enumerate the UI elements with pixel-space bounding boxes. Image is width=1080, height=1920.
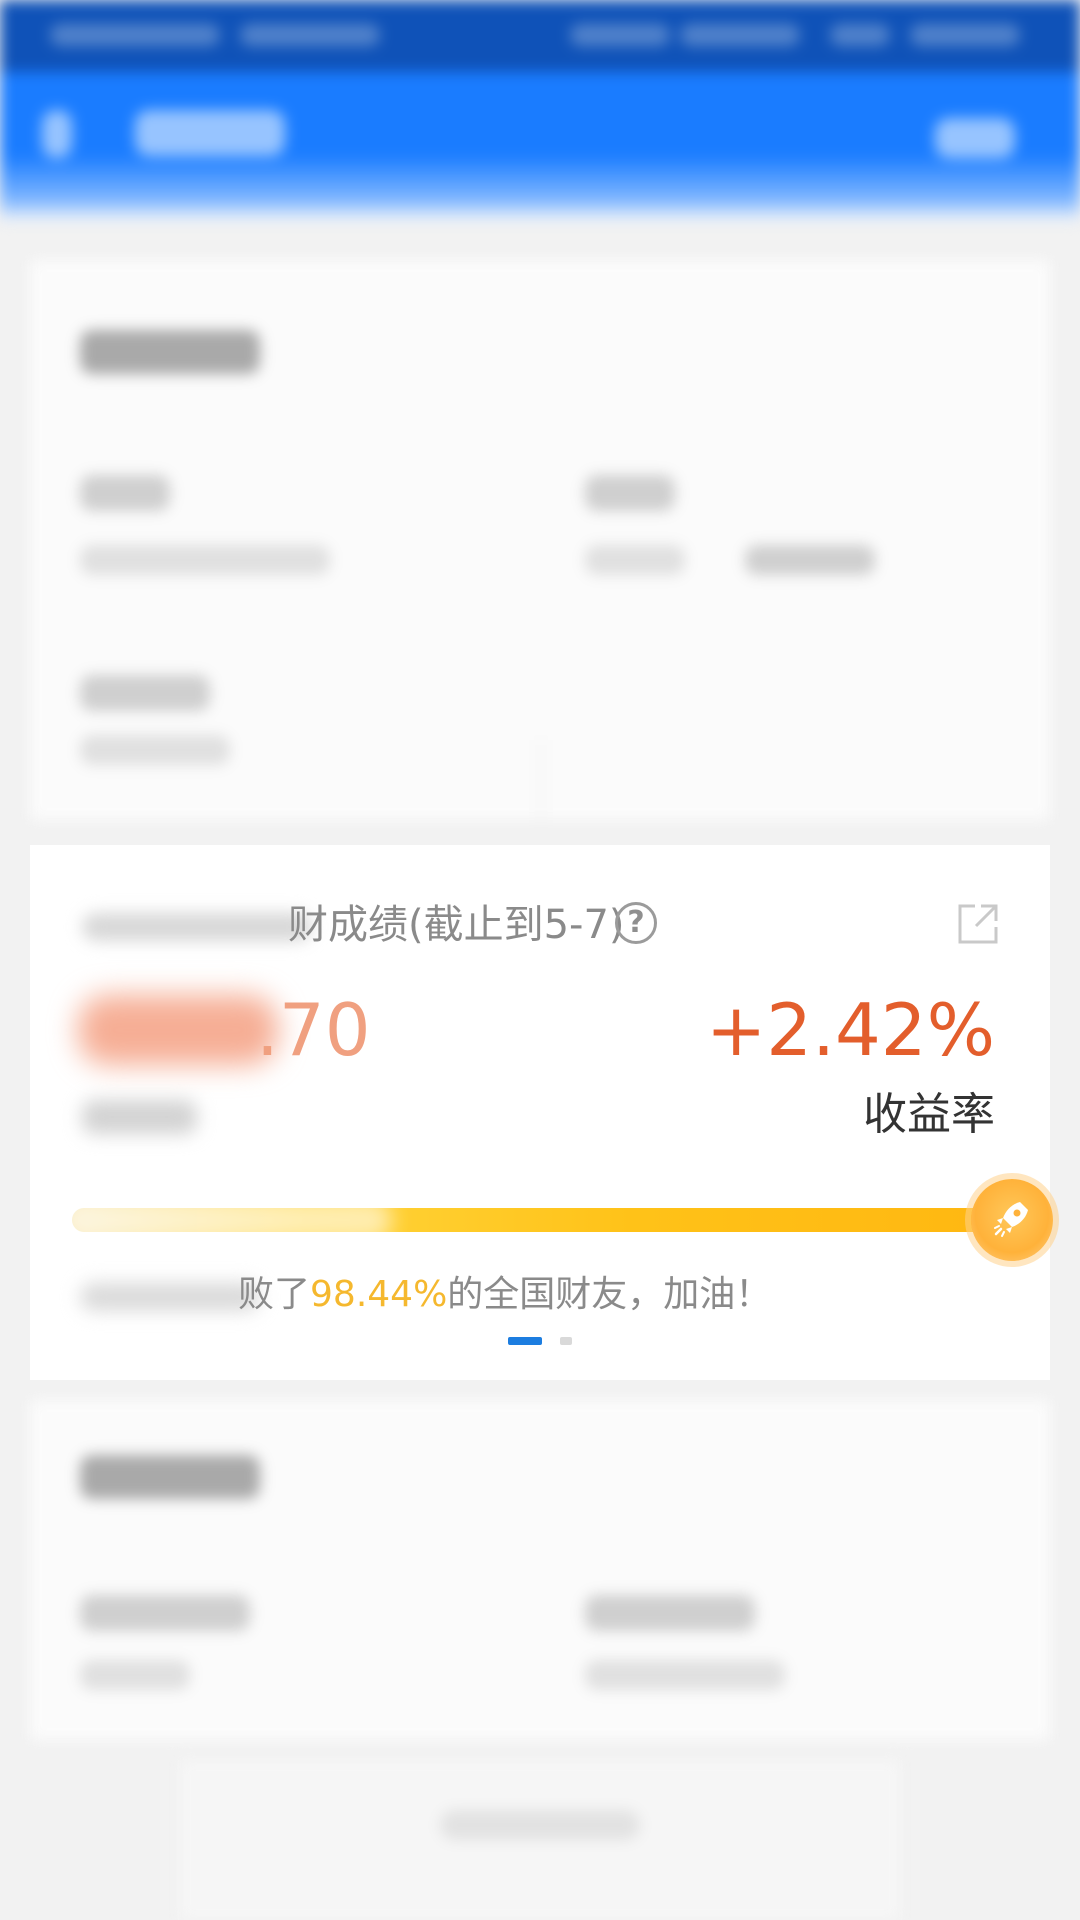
ranking-suffix: 的全国财友，加油！ xyxy=(447,1274,772,1315)
return-rate-label: 收益率 xyxy=(863,1089,995,1140)
title-obscured-prefix xyxy=(82,913,312,941)
ranking-progress-fill xyxy=(72,1208,1012,1232)
page-dot[interactable] xyxy=(560,1337,572,1345)
ranking-message: 败了98.44%的全国财友，加油！ xyxy=(30,1265,1050,1325)
profit-amount: .70 xyxy=(78,985,408,1075)
performance-title: 财成绩(截止到5-7) xyxy=(288,902,625,948)
background-card-top xyxy=(30,260,1050,820)
background-card-bottom xyxy=(30,1400,1050,1740)
ranking-text: 败了98.44%的全国财友，加油！ xyxy=(238,1265,771,1325)
status-bar xyxy=(0,0,1080,72)
page-indicator xyxy=(30,1337,1050,1349)
ranking-prefix: 败了 xyxy=(238,1274,311,1315)
return-rate-value: +2.42% xyxy=(705,988,995,1072)
screen: 财成绩(截止到5-7) ? .70 +2.42% 收益率 败了98.44%的全国… xyxy=(0,0,1080,1920)
ranking-percent: 98.44% xyxy=(310,1274,448,1315)
help-circle-icon[interactable]: ? xyxy=(615,902,657,944)
bottom-band xyxy=(180,1760,900,1920)
ranking-message-obscured xyxy=(80,1283,260,1311)
rocket-icon xyxy=(994,1202,1028,1237)
profit-amount-visible: .70 xyxy=(256,988,371,1072)
performance-header: 财成绩(截止到5-7) ? xyxy=(30,895,1050,955)
home-indicator xyxy=(440,1810,640,1840)
profit-label-obscured xyxy=(82,1100,197,1134)
app-bar xyxy=(0,72,1080,222)
share-icon[interactable] xyxy=(955,901,1001,947)
page-dot-active[interactable] xyxy=(508,1337,542,1345)
performance-card[interactable]: 财成绩(截止到5-7) ? .70 +2.42% 收益率 败了98.44%的全国… xyxy=(30,845,1053,1380)
progress-knob xyxy=(971,1179,1053,1261)
ranking-progress-track xyxy=(72,1179,1053,1261)
